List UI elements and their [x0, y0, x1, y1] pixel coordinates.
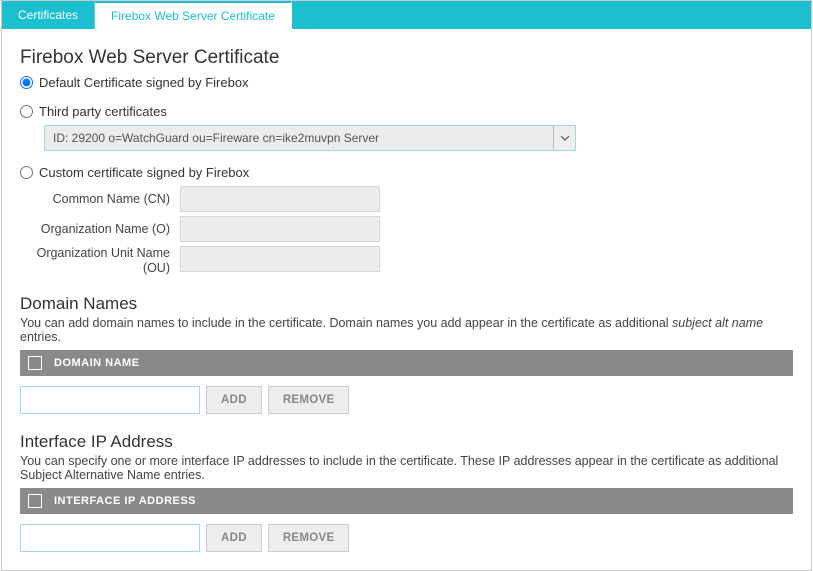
- radio-custom[interactable]: [20, 166, 33, 179]
- radio-row-default: Default Certificate signed by Firebox: [20, 75, 793, 90]
- page-title: Firebox Web Server Certificate: [20, 47, 793, 69]
- field-row-cn: Common Name (CN): [20, 186, 793, 212]
- domain-name-input[interactable]: [20, 386, 200, 414]
- field-row-o: Organization Name (O): [20, 216, 793, 242]
- cn-input[interactable]: [180, 186, 380, 212]
- domain-names-desc: You can add domain names to include in t…: [20, 316, 793, 344]
- ou-input[interactable]: [180, 246, 380, 272]
- field-row-ou: Organization Unit Name (OU): [20, 246, 793, 276]
- ou-label: Organization Unit Name (OU): [20, 246, 180, 276]
- third-party-cert-dropdown[interactable]: ID: 29200 o=WatchGuard ou=Fireware cn=ik…: [44, 125, 576, 151]
- radio-third-party-label: Third party certificates: [39, 104, 167, 119]
- radio-row-custom: Custom certificate signed by Firebox: [20, 165, 793, 180]
- o-label: Organization Name (O): [20, 222, 180, 236]
- app-frame: Certificates Firebox Web Server Certific…: [1, 0, 812, 571]
- tab-bar: Certificates Firebox Web Server Certific…: [2, 1, 811, 29]
- tab-firebox-cert-label: Firebox Web Server Certificate: [111, 9, 275, 23]
- tab-certificates[interactable]: Certificates: [2, 1, 95, 29]
- interface-select-all-checkbox[interactable]: [28, 494, 42, 508]
- radio-third-party[interactable]: [20, 105, 33, 118]
- chevron-down-icon: [553, 126, 575, 150]
- cn-label: Common Name (CN): [20, 192, 180, 206]
- interface-col-header: INTERFACE IP ADDRESS: [54, 495, 196, 507]
- o-input[interactable]: [180, 216, 380, 242]
- domain-names-title: Domain Names: [20, 294, 793, 314]
- tab-certificates-label: Certificates: [18, 8, 78, 22]
- interface-remove-button[interactable]: REMOVE: [268, 524, 350, 552]
- interface-table-header: INTERFACE IP ADDRESS: [20, 488, 793, 514]
- radio-row-third-party: Third party certificates: [20, 104, 793, 119]
- interface-ip-input[interactable]: [20, 524, 200, 552]
- dropdown-selected-text: ID: 29200 o=WatchGuard ou=Fireware cn=ik…: [45, 126, 553, 150]
- domain-remove-button[interactable]: REMOVE: [268, 386, 350, 414]
- domain-table-header: DOMAIN NAME: [20, 350, 793, 376]
- radio-custom-label: Custom certificate signed by Firebox: [39, 165, 249, 180]
- interface-ip-desc: You can specify one or more interface IP…: [20, 454, 793, 482]
- tab-firebox-cert[interactable]: Firebox Web Server Certificate: [95, 1, 292, 29]
- interface-add-button[interactable]: ADD: [206, 524, 262, 552]
- radio-default-label: Default Certificate signed by Firebox: [39, 75, 249, 90]
- content-area: Firebox Web Server Certificate Default C…: [2, 29, 811, 570]
- interface-input-row: ADD REMOVE: [20, 524, 793, 552]
- domain-col-header: DOMAIN NAME: [54, 357, 140, 369]
- radio-default[interactable]: [20, 76, 33, 89]
- domain-input-row: ADD REMOVE: [20, 386, 793, 414]
- domain-select-all-checkbox[interactable]: [28, 356, 42, 370]
- domain-add-button[interactable]: ADD: [206, 386, 262, 414]
- interface-ip-title: Interface IP Address: [20, 432, 793, 452]
